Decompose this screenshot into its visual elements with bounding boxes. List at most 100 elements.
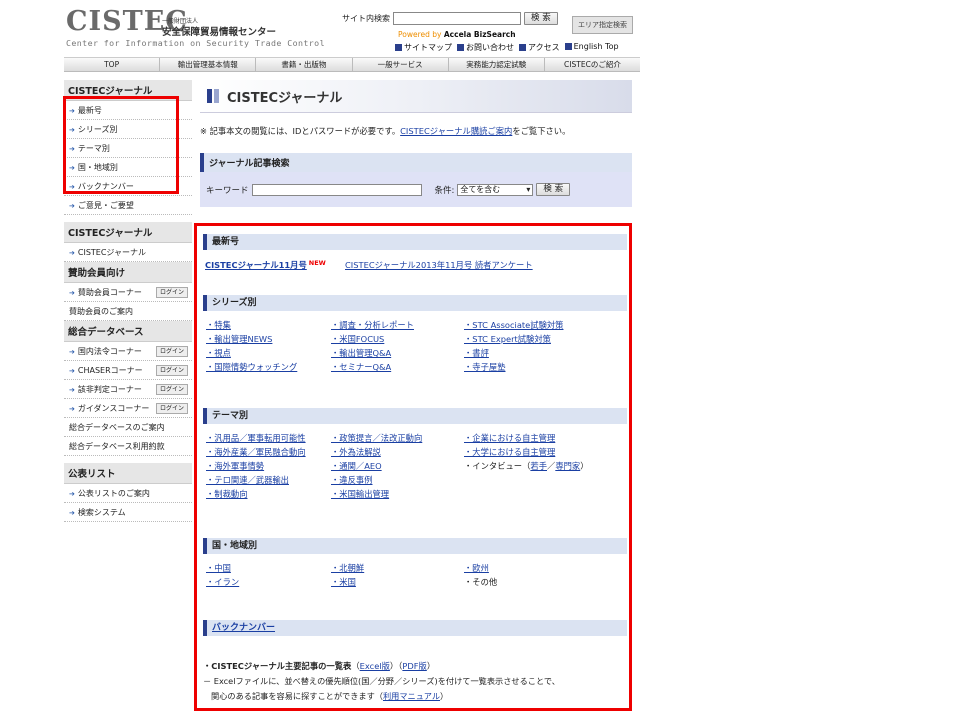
page-title-bar: CISTECジャーナル (200, 80, 632, 113)
series-link[interactable]: ・特集 (206, 319, 231, 331)
section-head-region: 国・地域別 (203, 538, 627, 554)
region-link[interactable]: ・中国 (206, 562, 231, 574)
latest-issue-link[interactable]: CISTECジャーナル11月号 (205, 260, 307, 270)
login-button[interactable]: ログイン (155, 287, 188, 298)
arrow-icon: ➔ (69, 288, 75, 297)
sidebar-item-db-info[interactable]: 総合データベースのご案内 (64, 418, 192, 437)
notice-text-end: をご覧下さい。 (512, 126, 571, 136)
sidebar-item-db-terms[interactable]: 総合データベース利用約款 (64, 437, 192, 456)
sidebar-head-public: 公表リスト (64, 463, 192, 484)
region-other: ・その他 (464, 577, 498, 587)
nav-export-control[interactable]: 輸出管理基本情報 (160, 58, 257, 71)
keyword-input[interactable] (251, 183, 422, 196)
series-link[interactable]: ・セミナーQ&A (331, 361, 391, 373)
site-search-input[interactable] (393, 12, 521, 25)
theme-link[interactable]: ・違反事例 (331, 474, 373, 486)
powered-by: Powered by Accela BizSearch (398, 30, 516, 39)
theme-link[interactable]: ・政策提言／法改正動向 (331, 432, 422, 444)
manual-link[interactable]: 利用マニュアル (383, 691, 440, 701)
theme-link[interactable]: ・海外軍事情勢 (206, 460, 264, 472)
sidebar-head-journal2: CISTECジャーナル (64, 222, 192, 243)
series-link[interactable]: ・書評 (464, 347, 489, 359)
title-bar-icon (214, 89, 219, 103)
region-link[interactable]: ・欧州 (464, 562, 489, 574)
new-badge: NEW (308, 259, 326, 267)
title-bar-icon (207, 89, 212, 103)
nav-exam[interactable]: 実務能力認定試験 (449, 58, 545, 71)
series-link[interactable]: ・米国FOCUS (331, 333, 384, 345)
nav-top[interactable]: TOP (64, 58, 161, 71)
backnumber-list-title: ・CISTECジャーナル主要記事の一覧表 (203, 661, 352, 671)
sidebar-item-guidance[interactable]: ➔ ガイダンスコーナー ログイン (64, 399, 192, 418)
nav-services[interactable]: 一般サービス (353, 58, 449, 71)
sidebar-item-journal[interactable]: ➔ CISTECジャーナル (64, 243, 192, 262)
sitemap-link[interactable]: サイトマップ (395, 42, 452, 53)
section-region: 国・地域別 ・中国 ・イラン ・北朝鮮 ・米国 ・欧州 ・その他 (203, 538, 627, 598)
journal-search-button[interactable]: 検 索 (536, 183, 571, 196)
series-link[interactable]: ・視点 (206, 347, 231, 359)
login-button[interactable]: ログイン (155, 346, 188, 357)
theme-link[interactable]: ・通関／AEO (331, 460, 382, 472)
subscription-link[interactable]: CISTECジャーナル購読ご案内 (400, 126, 512, 136)
sidebar-head-db: 総合データベース (64, 321, 192, 342)
sidebar-item-public-info[interactable]: ➔ 公表リストのご案内 (64, 484, 192, 503)
sidebar-item-member-info[interactable]: 賛助会員のご案内 (64, 302, 192, 321)
main-content: CISTECジャーナル ※ 記事本文の閲覧には、IDとパスワードが必要です。CI… (200, 80, 632, 207)
condition-select[interactable]: 全てを含む (457, 183, 534, 196)
series-link[interactable]: ・輸出管理NEWS (206, 333, 272, 345)
theme-link[interactable]: ・テロ関連／武器輸出 (206, 474, 289, 486)
login-button[interactable]: ログイン (155, 384, 188, 395)
section-series: シリーズ別 ・特集 ・輸出管理NEWS ・視点 ・国際情勢ウォッチング ・調査・… (203, 295, 627, 385)
arrow-icon: ➔ (69, 366, 75, 375)
theme-link[interactable]: ・米国輸出管理 (331, 488, 389, 500)
sidebar-item-classification[interactable]: ➔ 該非判定コーナー ログイン (64, 380, 192, 399)
sidebar-item-domestic-law[interactable]: ➔ 国内法令コーナー ログイン (64, 342, 192, 361)
theme-link[interactable]: ・企業における自主管理 (464, 432, 555, 444)
logo[interactable]: CISTEC 一般財団法人 安全保障貿易情報センター Center for In… (66, 8, 325, 49)
access-link[interactable]: アクセス (519, 42, 560, 53)
arrow-icon: ➔ (69, 385, 75, 394)
section-latest: 最新号 CISTECジャーナル11月号 NEW CISTECジャーナル2013年1… (203, 234, 627, 279)
contact-link[interactable]: お問い合わせ (457, 42, 514, 53)
theme-link[interactable]: ・汎用品／軍事転用可能性 (206, 432, 306, 444)
region-link[interactable]: ・米国 (331, 576, 356, 588)
series-link[interactable]: ・STC Expert試験対策 (464, 333, 551, 345)
login-button[interactable]: ログイン (155, 403, 188, 414)
section-theme: テーマ別 ・汎用品／軍事転用可能性 ・海外産業／軍民融合動向 ・海外軍事情勢 ・… (203, 408, 627, 513)
series-link[interactable]: ・寺子屋塾 (464, 361, 506, 373)
sidebar-item-chaser[interactable]: ➔ CHASERコーナー ログイン (64, 361, 192, 380)
interview-young-link[interactable]: 若手 (530, 461, 547, 471)
site-search-button[interactable]: 検 索 (524, 12, 558, 25)
backnumber-link[interactable]: バックナンバー (212, 623, 275, 633)
theme-link[interactable]: ・大学における自主管理 (464, 446, 555, 458)
square-icon (564, 43, 572, 50)
series-link[interactable]: ・国際情勢ウォッチング (206, 361, 297, 373)
region-link[interactable]: ・北朝鮮 (331, 562, 364, 574)
series-link[interactable]: ・STC Associate試験対策 (464, 319, 563, 331)
nav-publications[interactable]: 書籍・出版物 (256, 58, 353, 71)
excel-link[interactable]: Excel版 (360, 661, 390, 671)
nav-about[interactable]: CISTECのご紹介 (545, 58, 640, 71)
interview-expert-link[interactable]: 専門家 (555, 461, 580, 471)
sidebar-item-member-corner[interactable]: ➔ 賛助会員コーナー ログイン (64, 283, 192, 302)
arrow-icon: ➔ (69, 248, 75, 257)
pdf-link[interactable]: PDF版 (402, 661, 426, 671)
square-icon (457, 44, 464, 51)
series-link[interactable]: ・輸出管理Q&A (331, 347, 391, 359)
region-link[interactable]: ・イラン (206, 576, 239, 588)
theme-link[interactable]: ・海外産業／軍民融合動向 (206, 446, 306, 458)
arrow-icon: ➔ (69, 489, 75, 498)
theme-link[interactable]: ・外為法解説 (331, 446, 381, 458)
series-link[interactable]: ・調査・分析レポート (331, 319, 414, 331)
arrow-icon: ➔ (69, 347, 75, 356)
area-search-button[interactable]: エリア指定検索 (572, 16, 633, 34)
survey-link[interactable]: CISTECジャーナル2013年11月号 読者アンケート (345, 260, 533, 270)
theme-link[interactable]: ・制裁動向 (206, 488, 248, 500)
highlight-box-sidebar (63, 96, 179, 194)
keyword-label: キーワード (206, 185, 249, 196)
global-nav: TOP 輸出管理基本情報 書籍・出版物 一般サービス 実務能力認定試験 CIST… (64, 57, 640, 72)
sidebar-item-search-system[interactable]: ➔ 検索システム (64, 503, 192, 522)
sidebar-item-feedback[interactable]: ➔ ご意見・ご要望 (64, 196, 192, 215)
login-button[interactable]: ログイン (155, 365, 188, 376)
english-top-link[interactable]: English Top (564, 42, 619, 53)
